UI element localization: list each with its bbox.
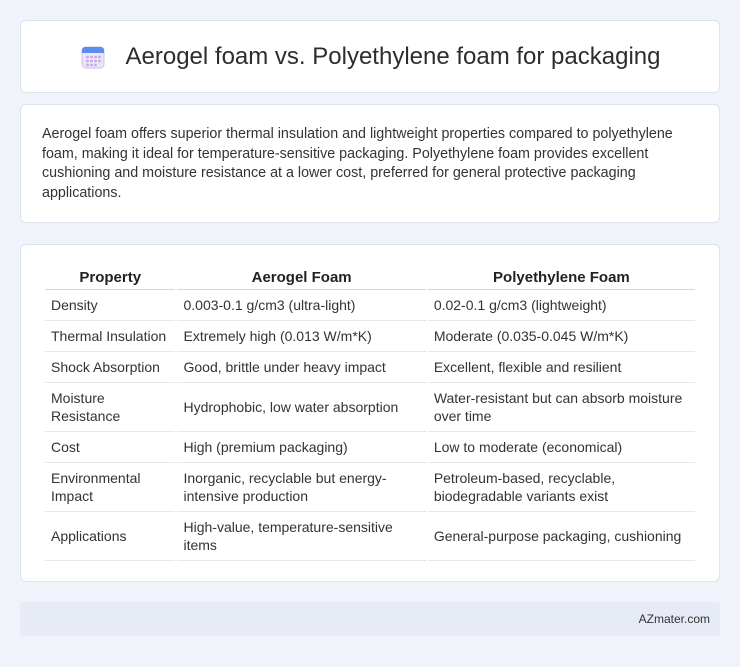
summary-text: Aerogel foam offers superior thermal ins… [42, 126, 673, 201]
polyethylene-cell: Low to moderate (economical) [427, 432, 695, 463]
column-header-property: Property [45, 265, 176, 290]
property-cell: Density [45, 290, 176, 321]
table-row: Density 0.003-0.1 g/cm3 (ultra-light) 0.… [45, 290, 695, 321]
property-cell: Environmental Impact [45, 463, 176, 512]
header-card: Aerogel foam vs. Polyethylene foam for p… [20, 20, 720, 93]
property-cell: Shock Absorption [45, 352, 176, 383]
table-header-row: Property Aerogel Foam Polyethylene Foam [45, 265, 695, 290]
property-cell: Thermal Insulation [45, 321, 176, 352]
aerogel-cell: Hydrophobic, low water absorption [177, 383, 426, 432]
aerogel-cell: High (premium packaging) [177, 432, 426, 463]
property-cell: Cost [45, 432, 176, 463]
page-title: Aerogel foam vs. Polyethylene foam for p… [125, 42, 661, 70]
column-header-polyethylene: Polyethylene Foam [427, 265, 695, 290]
table-row: Applications High-value, temperature-sen… [45, 512, 695, 561]
column-header-aerogel: Aerogel Foam [177, 265, 426, 290]
comparison-table-card: Property Aerogel Foam Polyethylene Foam … [20, 244, 720, 582]
polyethylene-cell: Excellent, flexible and resilient [427, 352, 695, 383]
comparison-table: Property Aerogel Foam Polyethylene Foam … [43, 265, 697, 561]
table-row: Thermal Insulation Extremely high (0.013… [45, 321, 695, 352]
table-row: Cost High (premium packaging) Low to mod… [45, 432, 695, 463]
summary-card: Aerogel foam offers superior thermal ins… [20, 104, 720, 223]
footer-source-label: AZmater.com [638, 612, 710, 626]
property-cell: Applications [45, 512, 176, 561]
polyethylene-cell: General-purpose packaging, cushioning [427, 512, 695, 561]
aerogel-cell: Good, brittle under heavy impact [177, 352, 426, 383]
polyethylene-cell: Moderate (0.035-0.045 W/m*K) [427, 321, 695, 352]
polyethylene-cell: Petroleum-based, recyclable, biodegradab… [427, 463, 695, 512]
polyethylene-cell: 0.02-0.1 g/cm3 (lightweight) [427, 290, 695, 321]
footer-bar: AZmater.com [20, 602, 720, 636]
table-row: Shock Absorption Good, brittle under hea… [45, 352, 695, 383]
table-row: Environmental Impact Inorganic, recyclab… [45, 463, 695, 512]
aerogel-cell: 0.003-0.1 g/cm3 (ultra-light) [177, 290, 426, 321]
aerogel-cell: Inorganic, recyclable but energy-intensi… [177, 463, 426, 512]
aerogel-cell: Extremely high (0.013 W/m*K) [177, 321, 426, 352]
property-cell: Moisture Resistance [45, 383, 176, 432]
aerogel-cell: High-value, temperature-sensitive items [177, 512, 426, 561]
table-row: Moisture Resistance Hydrophobic, low wat… [45, 383, 695, 432]
polyethylene-cell: Water-resistant but can absorb moisture … [427, 383, 695, 432]
calendar-icon [80, 44, 106, 70]
